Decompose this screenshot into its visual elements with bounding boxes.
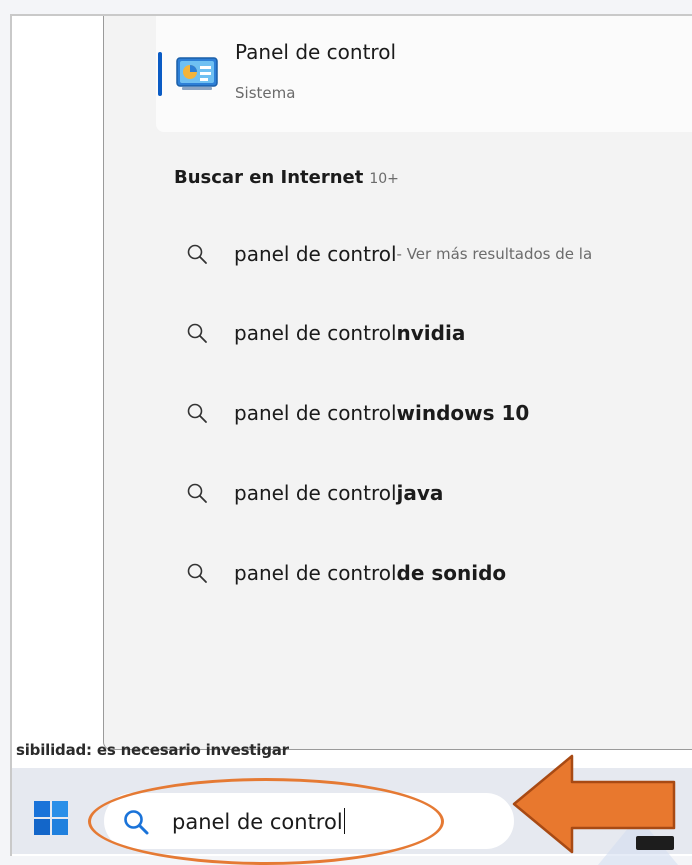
background-window <box>12 16 104 754</box>
suggestion-bold: de sonido <box>396 561 507 585</box>
suggestion-query: panel de control <box>234 481 397 505</box>
suggestion-item[interactable]: panel de control nvidia <box>186 316 692 350</box>
suggestion-query: panel de control <box>234 401 397 425</box>
suggestion-query: panel de control <box>234 561 397 585</box>
search-icon <box>187 563 207 583</box>
suggestion-item[interactable]: panel de control - Ver más resultados de… <box>186 237 692 271</box>
suggestion-item[interactable]: panel de control de sonido <box>186 556 692 590</box>
accessibility-status-text: sibilidad: es necesario investigar <box>16 741 289 759</box>
suggestion-bold: windows 10 <box>396 401 530 425</box>
search-icon <box>187 403 207 423</box>
search-icon <box>187 323 207 343</box>
pointer-arrow-icon <box>512 754 676 854</box>
suggestion-more: - Ver más resultados de la <box>396 245 593 263</box>
web-search-heading: Buscar en Internet 10+ <box>174 167 399 188</box>
selection-indicator <box>158 52 162 96</box>
control-panel-icon <box>176 57 218 90</box>
windows-logo-icon[interactable] <box>34 801 68 835</box>
best-match-subtitle: Sistema <box>235 84 296 102</box>
suggestion-query: panel de control <box>234 321 397 345</box>
search-icon <box>187 483 207 503</box>
search-icon <box>187 244 207 264</box>
suggestion-query: panel de control <box>234 242 397 266</box>
web-search-title: Buscar en Internet <box>174 167 364 188</box>
suggestion-bold: nvidia <box>396 321 466 345</box>
suggestion-bold: java <box>396 481 444 505</box>
highlight-oval <box>88 778 444 865</box>
suggestion-item[interactable]: panel de control windows 10 <box>186 396 692 430</box>
suggestion-item[interactable]: panel de control java <box>186 476 692 510</box>
best-match-title: Panel de control <box>235 40 396 64</box>
web-search-count: 10+ <box>369 171 399 187</box>
best-match-card[interactable] <box>156 16 692 132</box>
